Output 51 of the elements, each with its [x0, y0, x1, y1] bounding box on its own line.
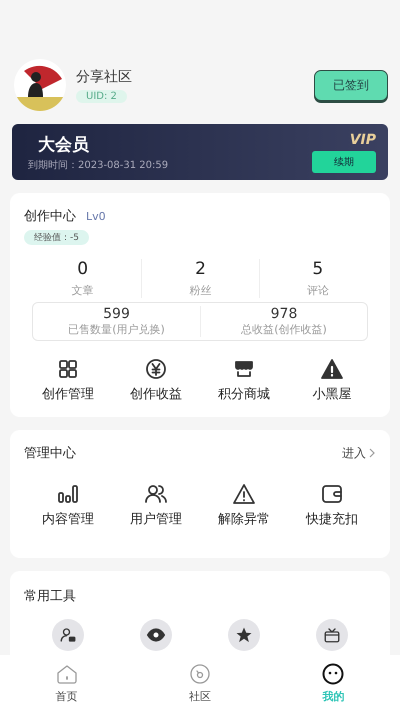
shortcut-button[interactable]: 小黑屋 [288, 357, 376, 403]
compass-icon [188, 662, 212, 686]
shortcut-button[interactable]: 快捷充扣 [288, 482, 376, 528]
checkin-button[interactable]: 已签到 [314, 70, 388, 100]
stat-value: 5 [312, 259, 324, 279]
stat-label: 粉丝 [189, 283, 212, 298]
star-icon [235, 626, 253, 644]
chevron-icon [369, 448, 376, 458]
earning-value: 978 [270, 306, 298, 322]
shortcut-button[interactable]: 解除异常 [200, 482, 288, 528]
vip-label: VIP [350, 132, 376, 148]
bar-chart-icon [56, 482, 80, 506]
shortcut-button[interactable]: 内容管理 [24, 482, 112, 528]
shortcut-button[interactable]: 积分商城 [200, 357, 288, 403]
section-title: 管理中心 [24, 445, 76, 462]
avatar [14, 59, 66, 111]
stat-label: 评论 [306, 283, 329, 298]
tool-button[interactable] [228, 619, 260, 651]
exp-badge: 经验值：-5 [24, 230, 89, 245]
stat-value: 2 [195, 259, 206, 279]
renew-button[interactable]: 续期 [312, 150, 376, 172]
gift-icon [323, 626, 341, 644]
warning-icon [232, 482, 256, 506]
uid-badge: UID: 2 [76, 90, 127, 102]
stat-value: 0 [77, 259, 88, 279]
section-title: 创作中心 [24, 208, 76, 225]
grid-icon [56, 357, 80, 381]
yen-icon [144, 357, 168, 381]
nav-tab[interactable]: 社区 [133, 655, 267, 711]
tool-button[interactable] [140, 619, 172, 651]
shortcut-button[interactable]: 用户管理 [112, 482, 200, 528]
earning-label: 总收益(创作收益) [241, 322, 327, 337]
stat-label: 文章 [72, 283, 94, 298]
level-label: Lv0 [86, 210, 106, 223]
shortcut-button[interactable]: 创作管理 [24, 357, 112, 403]
tool-button[interactable] [316, 619, 348, 651]
user-name: 分享社区 [76, 68, 133, 86]
earning-value: 599 [103, 306, 130, 322]
nav-tab[interactable]: 首页 [0, 655, 134, 711]
section-title: 常用工具 [24, 589, 76, 604]
warning-icon [320, 357, 344, 381]
user-card-icon [59, 626, 77, 644]
users-icon [144, 482, 168, 506]
smiley-icon [321, 662, 346, 686]
shortcut-button[interactable]: 创作收益 [112, 357, 200, 403]
enter-link[interactable]: 进入 [342, 444, 376, 462]
tool-button[interactable] [52, 619, 84, 651]
vip-title: 大会员 [37, 134, 90, 156]
expiry-text: 到期时间：2023-08-31 20:59 [28, 158, 170, 172]
wallet-icon [320, 482, 344, 506]
earning-label: 已售数量(用户兑换) [68, 322, 165, 337]
